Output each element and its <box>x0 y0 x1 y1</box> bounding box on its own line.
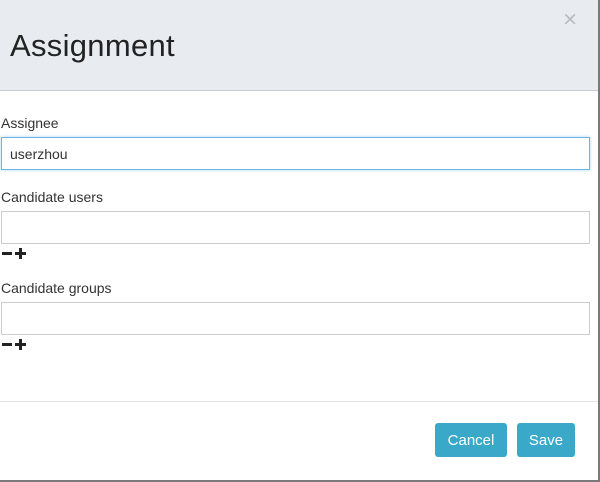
add-candidate-user-plus-icon[interactable] <box>15 246 27 260</box>
dialog-header: Assignment × <box>0 0 598 91</box>
assignee-input[interactable] <box>1 137 590 170</box>
close-icon[interactable]: × <box>562 10 578 29</box>
candidate-users-label: Candidate users <box>1 189 103 205</box>
candidate-users-controls <box>1 246 41 262</box>
assignment-dialog: Assignment × Assignee Candidate users Ca… <box>0 0 600 482</box>
cancel-button[interactable]: Cancel <box>435 423 507 457</box>
assignee-label: Assignee <box>1 115 59 131</box>
add-candidate-group-plus-icon[interactable] <box>15 337 27 351</box>
remove-candidate-user-minus-icon[interactable] <box>2 246 14 260</box>
candidate-users-input[interactable] <box>1 211 590 244</box>
candidate-groups-input[interactable] <box>1 302 590 335</box>
save-button[interactable]: Save <box>517 423 575 457</box>
candidate-groups-controls <box>1 337 41 353</box>
candidate-groups-label: Candidate groups <box>1 280 112 296</box>
dialog-title: Assignment <box>10 28 175 63</box>
remove-candidate-group-minus-icon[interactable] <box>2 337 14 351</box>
footer-divider <box>0 401 598 402</box>
